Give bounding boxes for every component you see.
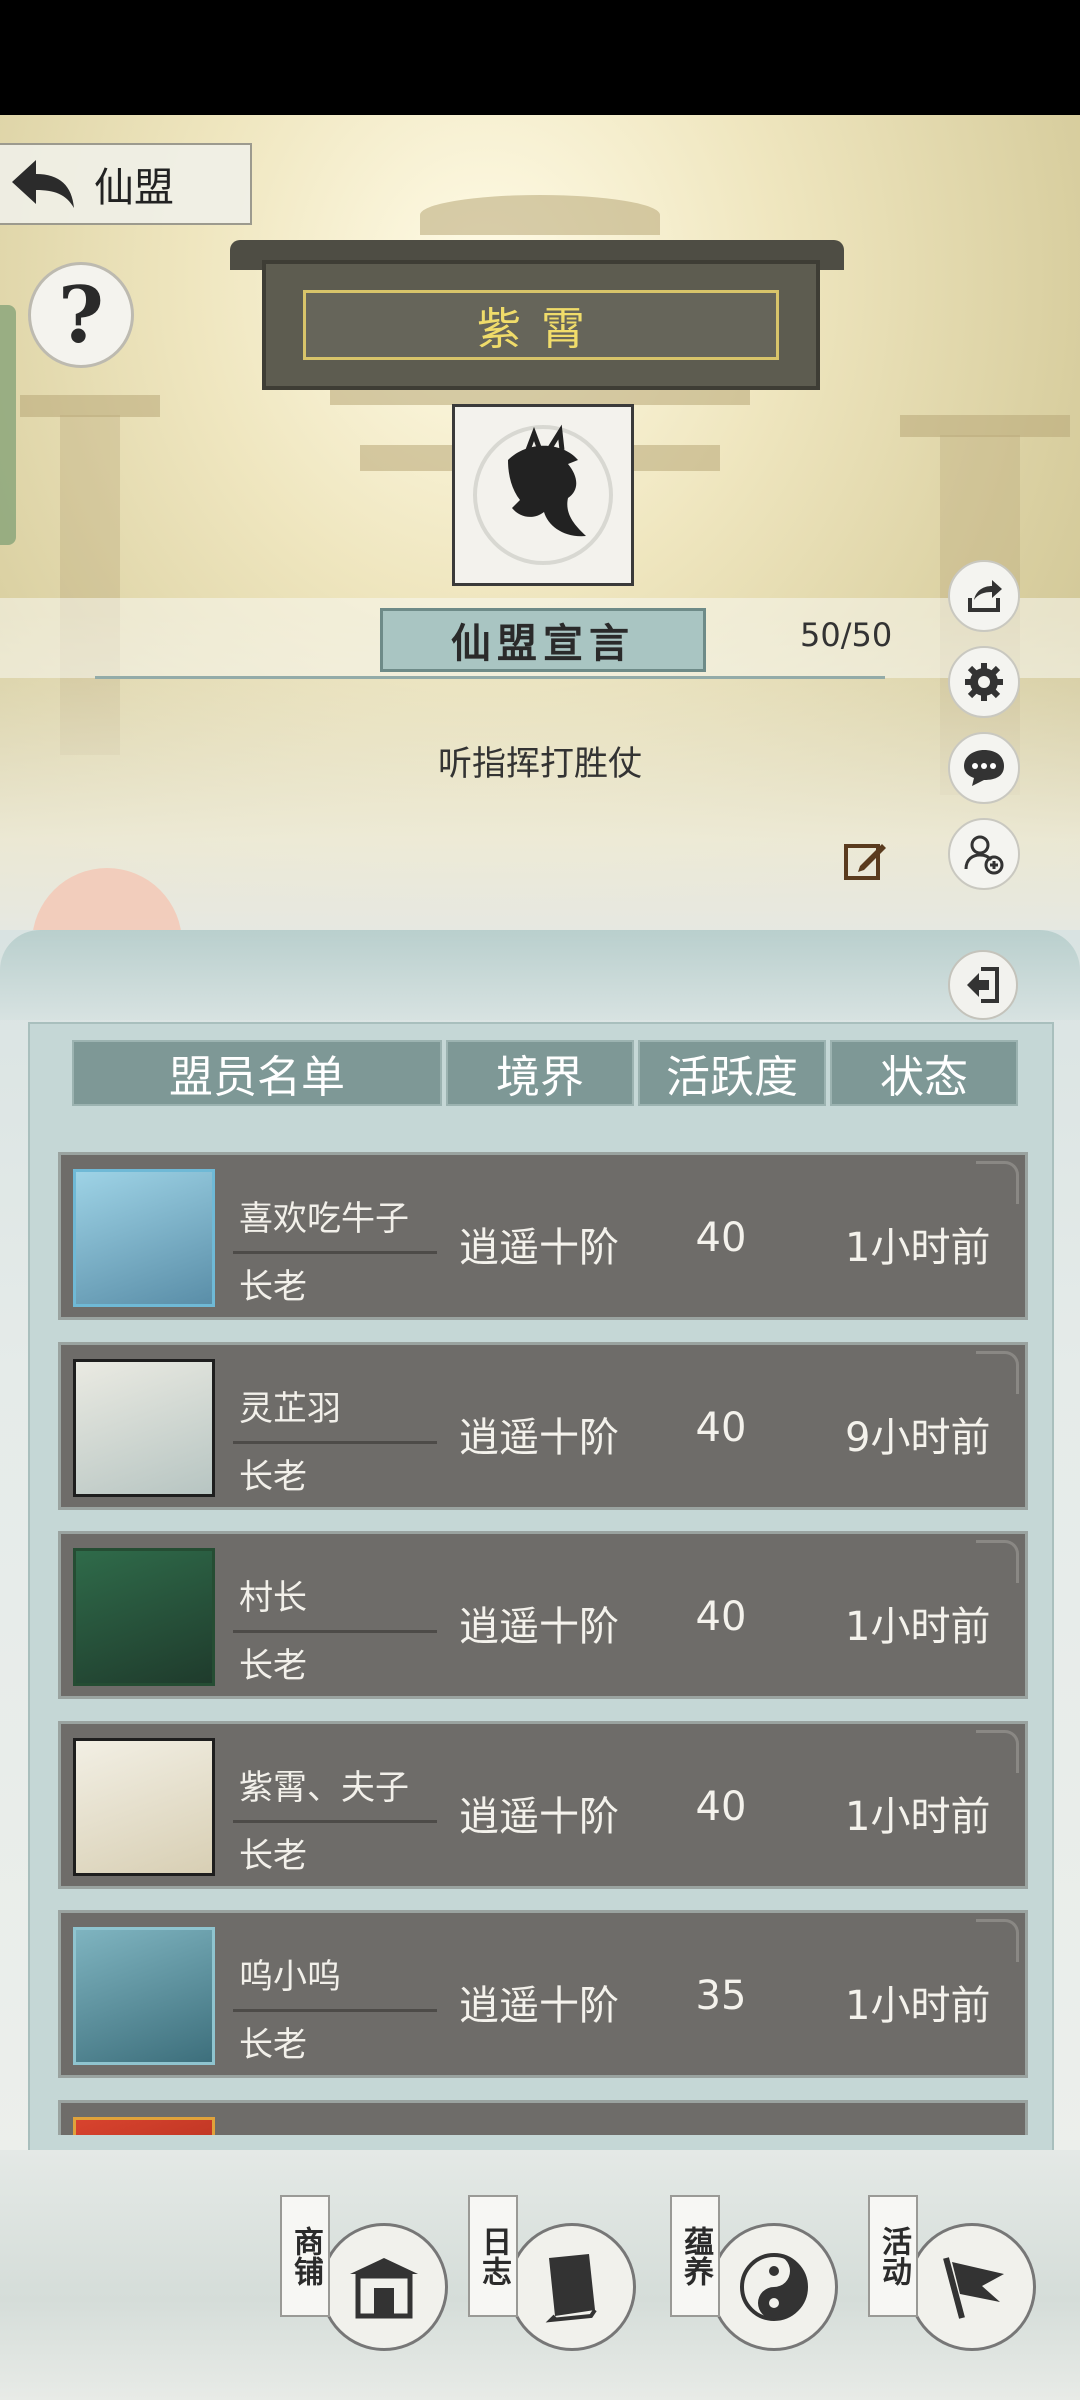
- nav-label: 日志: [468, 2195, 518, 2317]
- top-bar: 仙盟: [0, 143, 252, 225]
- member-activity: 40: [695, 1594, 747, 1640]
- gear-icon: [965, 663, 1003, 701]
- header-realm[interactable]: 境界: [446, 1040, 634, 1106]
- chat-button[interactable]: [948, 732, 1020, 804]
- member-role: 长老: [239, 1267, 307, 1307]
- member-realm: 逍遥十阶: [459, 1604, 619, 1650]
- divider: [95, 676, 885, 679]
- declaration-banner: 仙盟宣言: [380, 608, 706, 672]
- member-status: 1小时前: [845, 1225, 991, 1271]
- book-icon: [508, 2223, 636, 2351]
- declaration-title: 仙盟宣言: [451, 620, 635, 667]
- member-activity: 40: [695, 1405, 747, 1451]
- member-activity: 40: [695, 1784, 747, 1830]
- status-bar: [0, 0, 1080, 115]
- table-header: 盟员名单 境界 活跃度 状态: [72, 1040, 1018, 1106]
- nav-nurture[interactable]: 蕴养: [670, 2195, 840, 2351]
- member-activity: 40: [695, 1215, 747, 1261]
- member-role: 长老: [239, 2025, 307, 2065]
- table-row[interactable]: 村长 长老 逍遥十阶 40 1小时前: [58, 1531, 1028, 1699]
- member-name: 紫霄、夫子: [239, 1768, 409, 1808]
- avatar[interactable]: [73, 1927, 215, 2065]
- table-row[interactable]: 紫霄、夫子 长老 逍遥十阶 40 1小时前: [58, 1721, 1028, 1889]
- avatar[interactable]: [73, 1359, 215, 1497]
- member-realm: 逍遥十阶: [459, 1983, 619, 2029]
- table-row[interactable]: 灵芷羽 长老 逍遥十阶 40 9小时前: [58, 1342, 1028, 1510]
- member-name: 呜小呜: [239, 1957, 341, 1997]
- nav-label: 商铺: [280, 2195, 330, 2317]
- settings-button[interactable]: [948, 646, 1020, 718]
- exit-icon: [967, 967, 999, 1003]
- member-role: 长老: [239, 1836, 307, 1876]
- add-member-button[interactable]: [948, 818, 1020, 890]
- declaration-text: 听指挥打胜仗: [438, 744, 642, 784]
- member-name: 村长: [239, 1578, 307, 1618]
- nav-journal[interactable]: 日志: [468, 2195, 638, 2351]
- member-realm: 逍遥十阶: [459, 1794, 619, 1840]
- edit-icon[interactable]: [842, 838, 888, 884]
- header-status[interactable]: 状态: [830, 1040, 1018, 1106]
- header-activity[interactable]: 活跃度: [638, 1040, 826, 1106]
- avatar[interactable]: [73, 1738, 215, 1876]
- exit-button[interactable]: [948, 950, 1018, 1020]
- member-realm: 逍遥十阶: [459, 1225, 619, 1271]
- member-role: 长老: [239, 1646, 307, 1686]
- member-activity: 35: [695, 1973, 747, 2019]
- back-arrow-icon[interactable]: [0, 149, 86, 219]
- member-count: 50/50: [800, 616, 893, 654]
- nav-label: 蕴养: [670, 2195, 720, 2317]
- alliance-name-plaque: 紫霄: [262, 260, 820, 390]
- member-status: 1小时前: [845, 1604, 991, 1650]
- side-tab[interactable]: [0, 305, 16, 545]
- member-realm: 逍遥十阶: [459, 1415, 619, 1461]
- member-name: 灵芷羽: [239, 1389, 341, 1429]
- member-name: 喜欢吃牛子: [239, 1199, 409, 1239]
- nav-label: 活动: [868, 2195, 918, 2317]
- flag-icon: [908, 2223, 1036, 2351]
- dragon-emblem-icon[interactable]: [452, 404, 634, 586]
- yin-yang-icon: [710, 2223, 838, 2351]
- nav-shop[interactable]: 商铺: [280, 2195, 450, 2351]
- avatar[interactable]: [73, 1548, 215, 1686]
- add-user-icon: [964, 835, 1004, 875]
- header-member-list[interactable]: 盟员名单: [72, 1040, 442, 1106]
- avatar[interactable]: [73, 2117, 215, 2135]
- alliance-name: 紫霄: [477, 304, 605, 355]
- table-row[interactable]: 喜欢吃牛子 长老 逍遥十阶 40 1小时前: [58, 1152, 1028, 1320]
- page-title: 仙盟: [94, 165, 174, 211]
- shop-icon: [320, 2223, 448, 2351]
- avatar[interactable]: [73, 1169, 215, 1307]
- panel-header: [0, 930, 1080, 1020]
- nav-events[interactable]: 活动: [868, 2195, 1038, 2351]
- share-icon: [968, 580, 1002, 612]
- member-list[interactable]: 喜欢吃牛子 长老 逍遥十阶 40 1小时前 灵芷羽 长老 逍遥十阶 40 9小时…: [58, 1125, 1030, 2135]
- help-button[interactable]: ?: [28, 262, 134, 368]
- chat-icon: [964, 750, 1004, 786]
- table-row[interactable]: 呜小呜 长老 逍遥十阶 35 1小时前: [58, 1910, 1028, 2078]
- member-role: 长老: [239, 1457, 307, 1497]
- table-row[interactable]: [58, 2100, 1028, 2135]
- share-button[interactable]: [948, 560, 1020, 632]
- member-status: 9小时前: [845, 1415, 991, 1461]
- member-status: 1小时前: [845, 1794, 991, 1840]
- member-status: 1小时前: [845, 1983, 991, 2029]
